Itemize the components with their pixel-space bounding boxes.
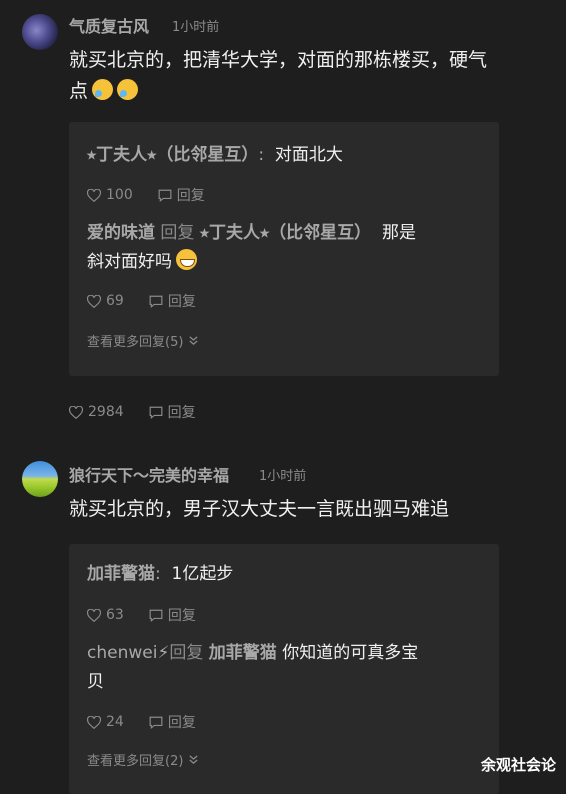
reply-button[interactable]: 回复 [149, 402, 196, 422]
comment-text: 就买北京的，把清华大学，对面的那栋楼买，硬气 点 [69, 45, 499, 107]
like-button[interactable]: 24 [87, 714, 124, 730]
like-button[interactable]: 100 [87, 187, 133, 203]
heart-icon [87, 294, 101, 308]
reply-separator: : [258, 145, 265, 165]
reply-label: 回复 [167, 294, 196, 310]
view-more-replies[interactable]: 查看更多回复(5) [87, 331, 199, 350]
comment-time: 1小时前 [259, 469, 307, 484]
reply-button[interactable]: 回复 [149, 712, 196, 732]
comment-icon [149, 406, 163, 419]
comment-username[interactable]: 气质复古风 [69, 13, 149, 37]
comment-time: 1小时前 [172, 20, 220, 35]
reply-text: 1亿起步 [171, 564, 234, 584]
crying-laughing-emoji-icon [117, 79, 139, 100]
heart-icon [69, 405, 83, 419]
reply-actions: 63 回复 [87, 605, 196, 626]
reply-item: chenwei⚡回复 加菲警猫 你知道的可真多宝 贝 [87, 639, 487, 697]
reply-username[interactable]: chenwei⚡ [87, 643, 169, 663]
reply-actions: 69 回复 [87, 291, 196, 312]
reply-target-username[interactable]: 加菲警猫 [209, 643, 277, 663]
reply-actions: 24 回复 [87, 712, 196, 733]
avatar[interactable] [22, 14, 58, 50]
reply-text: 你知道的可真多宝 [282, 643, 419, 663]
heart-icon [87, 188, 101, 202]
reply-item: 爱的味道 回复 ⭑丁夫人⭑（比邻星互） 那是 斜对面好吗 [87, 219, 487, 277]
chevron-double-down-icon [188, 336, 198, 346]
like-button[interactable]: 2984 [69, 404, 124, 420]
avatar[interactable] [22, 461, 58, 497]
reply-button[interactable]: 回复 [158, 185, 205, 205]
reply-text: 那是 [382, 223, 416, 243]
view-more-label: 查看更多回复(2) [87, 754, 184, 769]
reply-label: 回复 [167, 405, 196, 421]
reply-username[interactable]: 加菲警猫 [87, 564, 155, 584]
reply-text: 对面北大 [274, 145, 343, 165]
like-count: 2984 [88, 404, 124, 420]
reply-username[interactable]: 爱的味道 [87, 223, 155, 243]
comment-icon [149, 716, 163, 729]
comment-item: 气质复古风 1小时前 就买北京的，把清华大学，对面的那栋楼买，硬气 点 ⭑丁夫人… [0, 0, 566, 430]
reply-word: 回复 [169, 643, 204, 663]
reply-label: 回复 [167, 608, 196, 624]
view-more-replies[interactable]: 查看更多回复(2) [87, 750, 199, 769]
grinning-emoji-icon [176, 249, 197, 270]
comment-username[interactable]: 狼行天下～完美的幸福 [69, 462, 229, 486]
comment-item: 狼行天下～完美的幸福 1小时前 就买北京的，男子汉大丈夫一言既出驷马难追 加菲警… [0, 448, 566, 794]
comment-icon [149, 609, 163, 622]
reply-actions: 100 回复 [87, 185, 205, 206]
reply-text: 贝 [87, 672, 104, 692]
like-button[interactable]: 63 [87, 607, 124, 623]
comment-text-line: 就买北京的，把清华大学，对面的那栋楼买，硬气 [69, 49, 488, 71]
comment-text-line: 点 [69, 80, 89, 102]
like-button[interactable]: 69 [87, 293, 124, 309]
crying-laughing-emoji-icon [92, 79, 114, 100]
reply-word: 回复 [160, 223, 195, 243]
heart-icon [87, 715, 101, 729]
like-count: 100 [106, 187, 133, 203]
reply-button[interactable]: 回复 [149, 605, 196, 625]
reply-item: 加菲警猫: 1亿起步 [87, 560, 487, 589]
reply-username[interactable]: ⭑丁夫人⭑（比邻星互） [87, 145, 258, 165]
like-count: 69 [106, 293, 124, 309]
reply-separator: : [155, 564, 161, 584]
chevron-double-down-icon [188, 755, 198, 765]
like-count: 24 [106, 714, 124, 730]
reply-label: 回复 [167, 715, 196, 731]
heart-icon [87, 608, 101, 622]
reply-box: ⭑丁夫人⭑（比邻星互）: 对面北大 100 回复 爱的味道 回复 ⭑丁夫人⭑（比… [69, 122, 499, 376]
reply-text: 斜对面好吗 [87, 252, 172, 272]
comment-actions: 2984 回复 [69, 402, 196, 423]
reply-button[interactable]: 回复 [149, 291, 196, 311]
comment-icon [149, 295, 163, 308]
like-count: 63 [106, 607, 124, 623]
reply-box: 加菲警猫: 1亿起步 63 回复 chenwei⚡回复 加菲警猫 你知道的可真多… [69, 544, 499, 794]
reply-target-username[interactable]: ⭑丁夫人⭑（比邻星互） [200, 223, 371, 243]
reply-item: ⭑丁夫人⭑（比邻星互）: 对面北大 [87, 141, 487, 170]
comment-icon [158, 189, 172, 202]
reply-label: 回复 [176, 188, 205, 204]
view-more-label: 查看更多回复(5) [87, 335, 184, 350]
watermark: 余观社会论 [480, 756, 556, 774]
comment-text: 就买北京的，男子汉大丈夫一言既出驷马难追 [69, 498, 450, 520]
